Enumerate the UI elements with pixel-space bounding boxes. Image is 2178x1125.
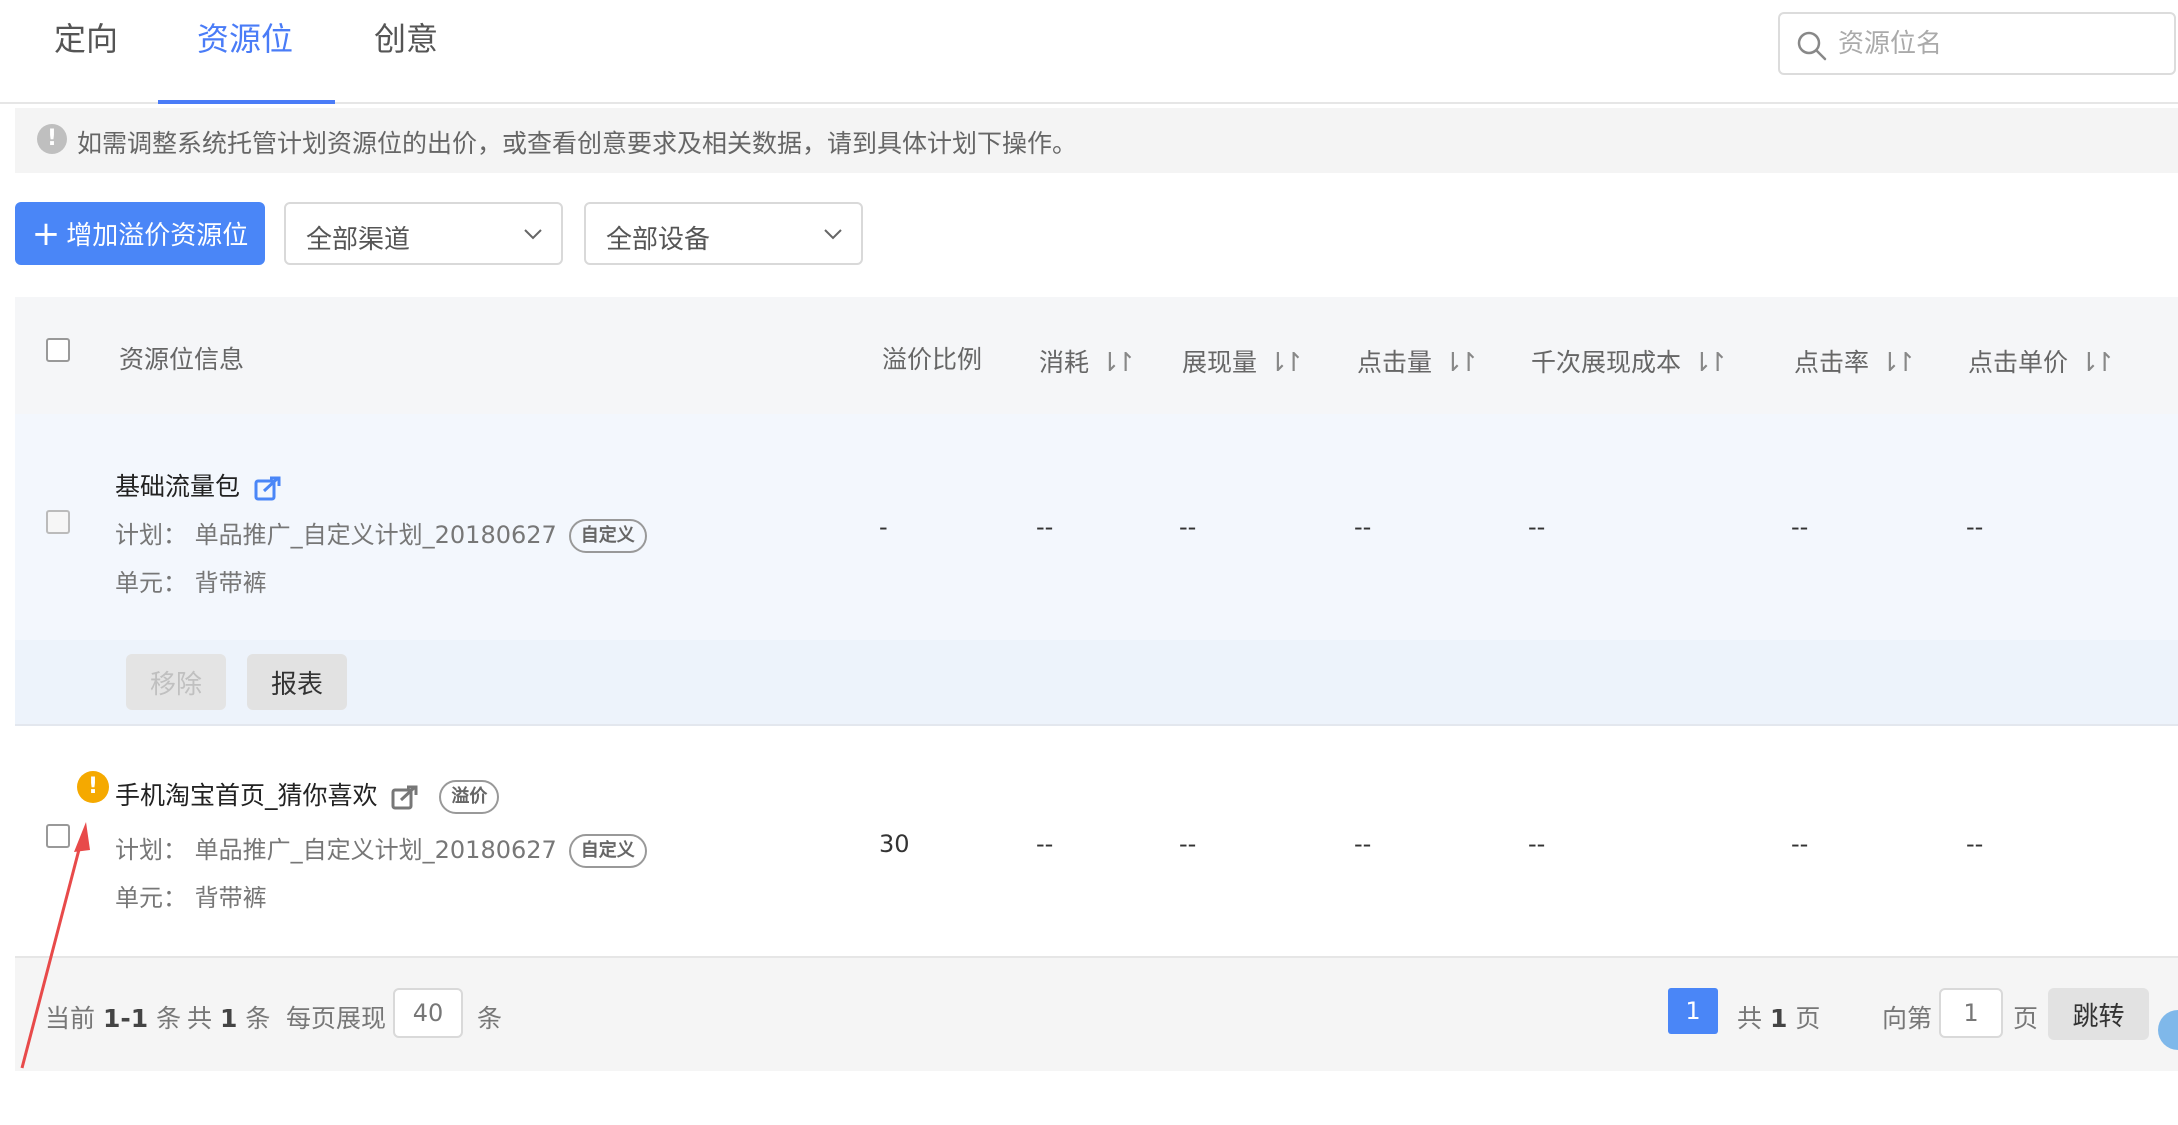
goto-label: 向第 <box>1882 1004 1933 1033</box>
search-icon <box>1797 31 1827 61</box>
page-1-button[interactable]: 1 <box>1668 988 1718 1034</box>
sort-icon: ⇂↾ <box>1442 348 1479 378</box>
external-link-icon[interactable] <box>254 475 282 501</box>
warning-icon: ! <box>77 771 109 803</box>
cell-cost: -- <box>1036 830 1054 858</box>
page-size-unit: 条 <box>477 1004 503 1033</box>
unit-info: 单元： 背带裤 <box>115 884 267 912</box>
page-size-input[interactable] <box>393 988 463 1038</box>
slot-name: 手机淘宝首页_猜你喜欢 溢价 <box>115 776 500 814</box>
cell-cpm: -- <box>1528 513 1546 541</box>
plan-info: 计划： 单品推广_自定义计划_20180627 自定义 <box>115 515 647 553</box>
cell-premium: 30 <box>879 830 910 858</box>
remove-button[interactable]: 移除 <box>126 654 226 710</box>
report-button[interactable]: 报表 <box>247 654 347 710</box>
cell-premium: - <box>879 513 888 541</box>
cell-clicks: -- <box>1354 830 1372 858</box>
table-header: 资源位信息 溢价比例 消耗 ⇂↾ 展现量 ⇂↾ 点击量 ⇂↾ 千次展现成本 ⇂↾ 点击率… <box>15 297 2178 414</box>
cell-impressions: -- <box>1179 830 1197 858</box>
sort-icon: ⇂↾ <box>1691 348 1728 378</box>
device-select-value: 全部设备 <box>606 225 711 255</box>
tab-creative[interactable]: 创意 <box>374 14 438 60</box>
range-info: 当前 1-1 条 <box>45 1004 182 1033</box>
cell-ctr: -- <box>1791 830 1809 858</box>
channel-select[interactable]: 全部渠道 <box>284 202 563 265</box>
total-info: 共 1 条 <box>187 1004 271 1033</box>
notice-bar: ! 如需调整系统托管计划资源位的出价，或查看创意要求及相关数据，请到具体计划下操… <box>15 108 2178 173</box>
cell-impressions: -- <box>1179 513 1197 541</box>
header-premium: 溢价比例 <box>882 345 983 374</box>
table-row: 手机淘宝首页_猜你喜欢 溢价 计划： 单品推广_自定义计划_20180627 自定… <box>15 728 2178 958</box>
channel-select-value: 全部渠道 <box>306 225 411 255</box>
row-actions: 移除 报表 <box>15 640 2178 726</box>
chevron-down-icon <box>824 229 842 240</box>
header-cpc[interactable]: 点击单价 ⇂↾ <box>1968 343 2116 379</box>
premium-tag: 溢价 <box>439 780 500 814</box>
cell-clicks: -- <box>1354 513 1372 541</box>
page-size-label: 每页展现 <box>286 1004 387 1033</box>
notice-text: 如需调整系统托管计划资源位的出价，或查看创意要求及相关数据，请到具体计划下操作。 <box>77 129 1078 158</box>
plus-icon: + <box>31 213 61 254</box>
active-tab-indicator <box>158 100 335 104</box>
slot-name: 基础流量包 <box>115 467 282 503</box>
cell-cpc: -- <box>1966 513 1984 541</box>
search-input[interactable] <box>1838 24 2158 64</box>
goto-page-input[interactable] <box>1939 988 2003 1038</box>
header-cpm[interactable]: 千次展现成本 ⇂↾ <box>1531 343 1729 379</box>
add-premium-slot-label: 增加溢价资源位 <box>66 221 249 251</box>
sort-icon: ⇂↾ <box>1879 348 1916 378</box>
header-ctr[interactable]: 点击率 ⇂↾ <box>1794 343 1917 379</box>
table-row: 基础流量包 计划： 单品推广_自定义计划_20180627 自定义 单元： 背带裤… <box>15 414 2178 640</box>
cell-cost: -- <box>1036 513 1054 541</box>
add-premium-slot-button[interactable]: + 增加溢价资源位 <box>15 202 265 265</box>
custom-tag: 自定义 <box>568 834 647 868</box>
sort-icon: ⇂↾ <box>1099 348 1136 378</box>
goto-unit: 页 <box>2013 1004 2039 1033</box>
unit-info: 单元： 背带裤 <box>115 569 267 597</box>
row-checkbox[interactable] <box>46 510 70 534</box>
cell-ctr: -- <box>1791 513 1809 541</box>
jump-button[interactable]: 跳转 <box>2048 988 2149 1040</box>
select-all-checkbox[interactable] <box>46 338 70 362</box>
header-clicks[interactable]: 点击量 ⇂↾ <box>1357 343 1480 379</box>
header-info: 资源位信息 <box>119 345 245 374</box>
pages-total-info: 共 1 页 <box>1737 1004 1821 1033</box>
plan-info: 计划： 单品推广_自定义计划_20180627 自定义 <box>115 830 647 868</box>
row-checkbox[interactable] <box>46 824 70 848</box>
device-select[interactable]: 全部设备 <box>584 202 863 265</box>
chevron-down-icon <box>524 229 542 240</box>
tab-targeting[interactable]: 定向 <box>54 14 118 60</box>
cell-cpc: -- <box>1966 830 1984 858</box>
header-impressions[interactable]: 展现量 ⇂↾ <box>1182 343 1305 379</box>
header-cost[interactable]: 消耗 ⇂↾ <box>1039 343 1137 379</box>
info-icon: ! <box>37 124 67 154</box>
sort-icon: ⇂↾ <box>2078 348 2115 378</box>
pagination: 当前 1-1 条 共 1 条 每页展现 条 1 共 1 页 向第 页 跳转 <box>15 958 2178 1071</box>
search-box[interactable] <box>1778 12 2176 75</box>
sort-icon: ⇂↾ <box>1267 348 1304 378</box>
custom-tag: 自定义 <box>568 519 647 553</box>
external-link-icon[interactable] <box>391 784 419 810</box>
cell-cpm: -- <box>1528 830 1546 858</box>
tab-resource-slots[interactable]: 资源位 <box>197 14 293 60</box>
